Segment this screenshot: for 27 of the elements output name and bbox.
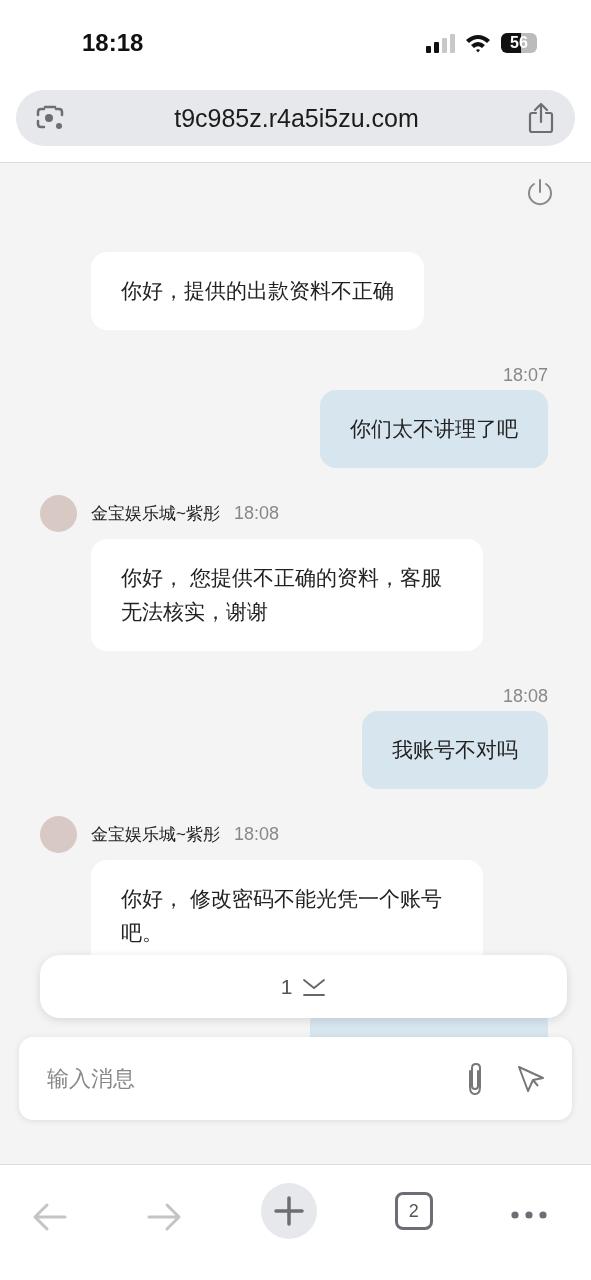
message-input[interactable]: 输入消息	[45, 1064, 434, 1093]
more-icon[interactable]	[511, 1210, 547, 1220]
sender-name: 金宝娱乐城~紫彤	[91, 823, 220, 846]
message-bubble: 我账号不对吗	[362, 711, 548, 789]
message-time: 18:08	[233, 823, 279, 845]
message-bubble: 你好， 您提供不正确的资料，客服无法核实，谢谢	[91, 539, 483, 651]
plus-icon	[273, 1196, 304, 1226]
message-time: 18:08	[233, 502, 279, 524]
avatar	[40, 815, 77, 853]
message-bubble: 你们太不讲理了吧	[320, 390, 548, 468]
status-time: 18:18	[82, 29, 144, 57]
message-time: 18:08	[502, 686, 548, 707]
message-bubble: 你好，提供的出款资料不正确	[91, 252, 424, 330]
signal-icon	[425, 33, 455, 53]
new-message-count: 1	[280, 974, 293, 999]
tab-count-button[interactable]: 2	[394, 1192, 433, 1230]
scroll-down-icon	[302, 976, 327, 997]
address-bar[interactable]: t9c985z.r4a5i5zu.com	[16, 90, 575, 146]
message-time: 18:07	[502, 365, 548, 386]
wifi-icon	[464, 33, 492, 53]
avatar	[40, 494, 77, 532]
share-icon[interactable]	[527, 102, 555, 134]
url-text: t9c985z.r4a5i5zu.com	[174, 103, 419, 133]
send-icon[interactable]	[516, 1063, 546, 1094]
new-messages-button[interactable]: 1	[40, 955, 567, 1018]
power-icon[interactable]	[526, 178, 554, 206]
sender-name: 金宝娱乐城~紫彤	[91, 502, 220, 525]
